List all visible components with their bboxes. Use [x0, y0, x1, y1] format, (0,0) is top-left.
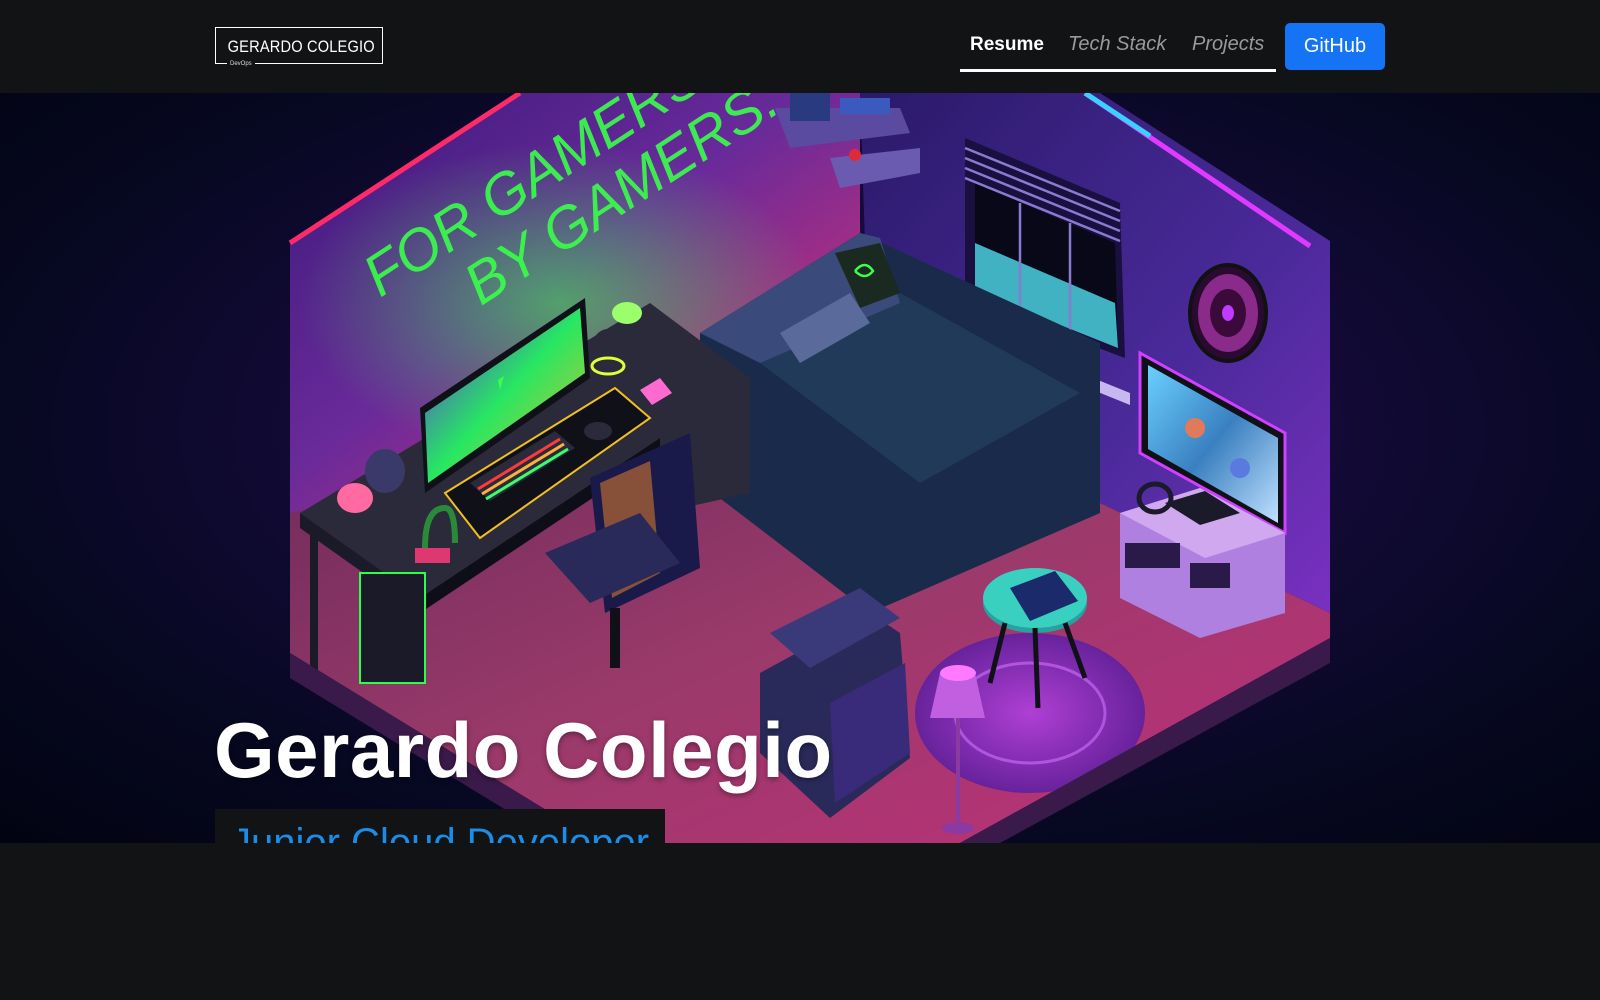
site-logo[interactable]: GERARDO COLEGIO DevOps	[215, 27, 383, 68]
github-button[interactable]: GitHub	[1285, 23, 1385, 70]
nav-links: Resume Tech Stack Projects	[960, 20, 1276, 72]
logo-title: GERARDO COLEGIO	[227, 37, 375, 56]
navbar: GERARDO COLEGIO DevOps Resume Tech Stack…	[0, 0, 1600, 93]
hero-subtitle: Junior Cloud Developer	[215, 809, 666, 843]
nav-link-resume[interactable]: Resume	[970, 34, 1044, 56]
hero-title: Gerardo Colegio	[214, 706, 833, 794]
nav-active-underline	[960, 69, 1276, 72]
hero-section: FOR GAMERS. BY GAMERS. Gerardo Colegio J…	[0, 93, 1600, 843]
nav-link-projects[interactable]: Projects	[1192, 33, 1264, 56]
logo-subtitle: DevOps	[227, 60, 255, 68]
page-bottom-area	[0, 843, 1600, 1000]
nav-link-tech-stack[interactable]: Tech Stack	[1068, 33, 1166, 56]
